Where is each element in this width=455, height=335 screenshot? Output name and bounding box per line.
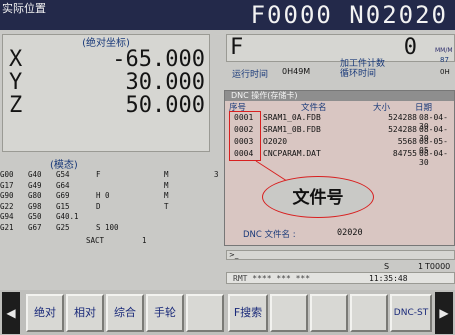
axis-row-x: X -65.000 [7, 47, 205, 72]
axis-value: -65.000 [112, 47, 205, 72]
modal-code: G00 [0, 170, 14, 179]
cycle-time-label: 循环时间 [340, 69, 377, 79]
screen-title: 实际位置 [2, 3, 46, 15]
input-line[interactable]: >_ [226, 250, 455, 260]
file-size: 524288 [388, 113, 417, 122]
file-name: SRAM1_0B.FDB [263, 125, 321, 134]
modal-code: F [96, 170, 101, 179]
modal-code: G67 [28, 222, 42, 232]
modal-code: G21 [0, 222, 14, 232]
modal-code: G25 [56, 222, 70, 232]
modal-code: G94 [0, 212, 14, 221]
modal-code: G80 [28, 191, 42, 200]
dnc-filename-value[interactable]: 02020 [337, 228, 363, 238]
input-prompt: >_ [229, 251, 239, 259]
file-size: 84755 [392, 149, 417, 158]
modal-code: T [164, 201, 169, 211]
spindle-label: S [384, 262, 390, 271]
prev-page-arrow-icon[interactable]: ◀ [2, 292, 20, 334]
softkey-handle[interactable]: 手轮 [146, 294, 184, 332]
status-line: RMT **** *** *** 11:35:48 [226, 272, 455, 284]
modal-code: G64 [56, 180, 70, 190]
modal-code: 3 [214, 170, 219, 179]
modal-code: G17 [0, 180, 14, 190]
col-header-date: 日期 [415, 103, 433, 113]
file-number-highlight [229, 111, 261, 161]
file-name: O2020 [263, 137, 288, 146]
sact-value: 1 [142, 236, 147, 245]
modal-title: (模态) [50, 160, 78, 171]
parts-count-value: 87 [440, 56, 449, 64]
modal-code: G90 [0, 191, 14, 200]
softkey-f-search[interactable]: F搜索 [228, 294, 268, 332]
cycle-time-value: 0H [440, 68, 450, 76]
feed-unit: MM/M [435, 47, 453, 54]
axis-label: Y [9, 70, 23, 95]
sact-label: SACT [86, 236, 105, 245]
dnc-filename-label: DNC 文件名 : [243, 230, 296, 240]
spindle-tool-line: S 1 T0000 [226, 262, 455, 272]
softkey-bar: ◀ 绝对 相对 综合 手轮 F搜索 DNC-ST ▶ [0, 290, 455, 335]
file-name: CNCPARAM.DAT [263, 149, 321, 158]
modal-code: S 100 [96, 222, 119, 232]
status-mode: RMT **** *** *** [233, 274, 311, 283]
tool-number: T0000 [425, 262, 451, 271]
axis-value: 50.000 [125, 93, 205, 118]
softkey-all[interactable]: 综合 [106, 294, 144, 332]
file-size: 5568 [397, 137, 417, 146]
softkey-blank-2[interactable] [270, 294, 308, 332]
modal-code: H 0 [96, 191, 110, 200]
run-time-value: 0H49M [282, 67, 311, 76]
modal-code: D [96, 201, 101, 211]
modal-code: G49 [28, 180, 42, 190]
file-size: 524288 [388, 125, 417, 134]
status-time: 11:35:48 [369, 274, 408, 283]
modal-code: M [164, 191, 169, 200]
modal-code: G22 [0, 201, 14, 211]
softkey-absolute[interactable]: 绝对 [26, 294, 64, 332]
axis-row-z: Z 50.000 [7, 93, 205, 118]
spindle-value: 1 [418, 262, 424, 271]
axis-value: 30.000 [125, 70, 205, 95]
file-number-callout: 文件号 [262, 176, 374, 218]
modal-code: G69 [56, 191, 70, 200]
modal-code: G40.1 [56, 212, 79, 221]
softkey-blank-1[interactable] [186, 294, 224, 332]
run-time-label: 运行时间 [232, 70, 269, 80]
feed-label: F [230, 35, 244, 60]
header-bar: 实际位置 F0000 N02020 [0, 0, 455, 30]
modal-code: G15 [56, 201, 70, 211]
softkey-relative[interactable]: 相对 [66, 294, 104, 332]
modal-code: G54 [56, 170, 70, 179]
modal-code: M [164, 180, 169, 190]
modal-code: G40 [28, 170, 42, 179]
axis-row-y: Y 30.000 [7, 70, 205, 95]
absolute-coordinates-panel: (绝对坐标) X -65.000 Y 30.000 Z 50.000 [2, 34, 210, 152]
axis-label: Z [9, 93, 23, 118]
softkey-blank-3[interactable] [310, 294, 348, 332]
softkey-blank-4[interactable] [350, 294, 388, 332]
col-header-name: 文件名 [301, 103, 327, 113]
softkey-dnc-start[interactable]: DNC-ST [390, 294, 432, 332]
dnc-window-title: DNC 操作(存储卡) [225, 91, 454, 101]
axis-label: X [9, 47, 23, 72]
file-name: SRAM1_0A.FDB [263, 113, 321, 122]
modal-code: G50 [28, 212, 42, 221]
modal-code: M [164, 170, 169, 179]
modal-code: G98 [28, 201, 42, 211]
program-number: F0000 N02020 [250, 1, 448, 29]
next-page-arrow-icon[interactable]: ▶ [435, 292, 453, 334]
file-date: 08-04-30 [419, 149, 448, 167]
col-header-size: 大小 [373, 103, 391, 113]
modal-info-panel: (模态) G00 G40 G54 F M 3 G17 G49 G64 M G90 G80 G69 H 0 M… [0, 156, 228, 252]
